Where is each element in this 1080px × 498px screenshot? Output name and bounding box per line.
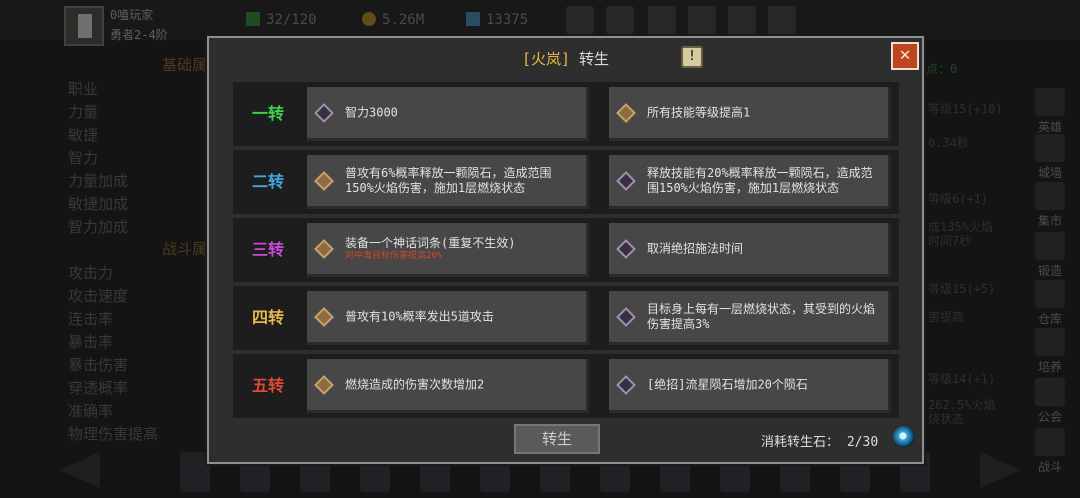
rebirth-option-right[interactable]: 目标身上每有一层燃烧状态，其受到的火焰伤害提高3% <box>609 291 891 345</box>
rebirth-row: 一转 智力3000 所有技能等级提高1 <box>233 82 899 146</box>
option-main-text: 装备一个神话词条(重复不生效) <box>345 235 516 250</box>
rebirth-stone-icon <box>893 426 915 448</box>
option-text: 智力3000 <box>345 105 398 119</box>
dialog-title: [火岚] 转生 <box>209 48 922 69</box>
option-text: 释放技能有20%概率释放一颗陨石，造成范围150%火焰伤害，施加1层燃烧状态 <box>647 165 873 195</box>
rebirth-option-right[interactable]: 取消绝招施法时间 <box>609 223 891 277</box>
option-text: 所有技能等级提高1 <box>647 105 751 119</box>
diamond-icon <box>616 170 636 191</box>
rebirth-option-right[interactable]: 释放技能有20%概率释放一颗陨石，造成范围150%火焰伤害，施加1层燃烧状态 <box>609 155 891 209</box>
option-text: 燃烧造成的伤害次数增加2 <box>345 377 485 391</box>
option-text: 普攻有6%概率释放一颗陨石，造成范围150%火焰伤害，施加1层燃烧状态 <box>345 165 552 195</box>
rebirth-row: 五转 燃烧造成的伤害次数增加2 [绝招]流星陨石增加20个陨石 <box>233 354 899 418</box>
diamond-icon <box>314 238 334 259</box>
dialog-title-text: 转生 <box>579 50 610 68</box>
diamond-icon <box>616 374 636 395</box>
rebirth-option-right[interactable]: [绝招]流星陨石增加20个陨石 <box>609 359 891 413</box>
diamond-icon <box>314 170 334 191</box>
diamond-icon <box>616 306 636 327</box>
diamond-icon <box>314 102 334 123</box>
rank-label: 三转 <box>251 240 284 259</box>
rank-label: 五转 <box>251 376 284 395</box>
option-text: 取消绝招施法时间 <box>647 241 744 255</box>
option-text: 目标身上每有一层燃烧状态，其受到的火焰伤害提高3% <box>647 301 876 331</box>
diamond-icon <box>616 102 636 123</box>
close-button[interactable]: ✕ <box>891 42 919 70</box>
diamond-icon <box>314 374 334 395</box>
rebirth-row: 二转 普攻有6%概率释放一颗陨石，造成范围150%火焰伤害，施加1层燃烧状态 释… <box>233 150 899 214</box>
rebirth-row: 三转 装备一个神话词条(重复不生效) 对中毒目标伤害提高20% 取消绝招施法时间 <box>233 218 899 282</box>
option-text: [绝招]流星陨石增加20个陨石 <box>647 377 808 391</box>
rebirth-row: 四转 普攻有10%概率发出5道攻击 目标身上每有一层燃烧状态，其受到的火焰伤害提… <box>233 286 899 350</box>
rebirth-button[interactable]: 转生 <box>514 424 600 454</box>
rebirth-option-left[interactable]: 智力3000 <box>307 87 589 141</box>
diamond-icon <box>616 238 636 259</box>
option-sub-text: 对中毒目标伤害提高20% <box>345 250 443 261</box>
info-icon[interactable]: ! <box>681 46 703 68</box>
rebirth-option-left[interactable]: 普攻有6%概率释放一颗陨石，造成范围150%火焰伤害，施加1层燃烧状态 <box>307 155 589 209</box>
rebirth-dialog: [火岚] 转生 ! ✕ 一转 智力3000 所有技能等级提高1 二转 普攻有6%… <box>207 36 924 464</box>
cost-value: 2/30 <box>846 435 879 450</box>
rebirth-option-left[interactable]: 装备一个神话词条(重复不生效) 对中毒目标伤害提高20% <box>307 223 589 277</box>
option-text: 普攻有10%概率发出5道攻击 <box>345 309 494 323</box>
rebirth-option-right[interactable]: 所有技能等级提高1 <box>609 87 891 141</box>
rebirth-cost: 消耗转生石： 2/30 <box>761 431 878 450</box>
diamond-icon <box>314 306 334 327</box>
cost-label: 消耗转生石： <box>761 435 840 450</box>
rank-label: 二转 <box>251 172 284 191</box>
rebirth-option-left[interactable]: 燃烧造成的伤害次数增加2 <box>307 359 589 413</box>
rebirth-option-left[interactable]: 普攻有10%概率发出5道攻击 <box>307 291 589 345</box>
rank-label: 一转 <box>251 104 284 123</box>
hero-name: [火岚] <box>521 50 570 68</box>
rank-label: 四转 <box>251 308 284 327</box>
option-text: 装备一个神话词条(重复不生效) 对中毒目标伤害提高20% <box>345 236 578 262</box>
